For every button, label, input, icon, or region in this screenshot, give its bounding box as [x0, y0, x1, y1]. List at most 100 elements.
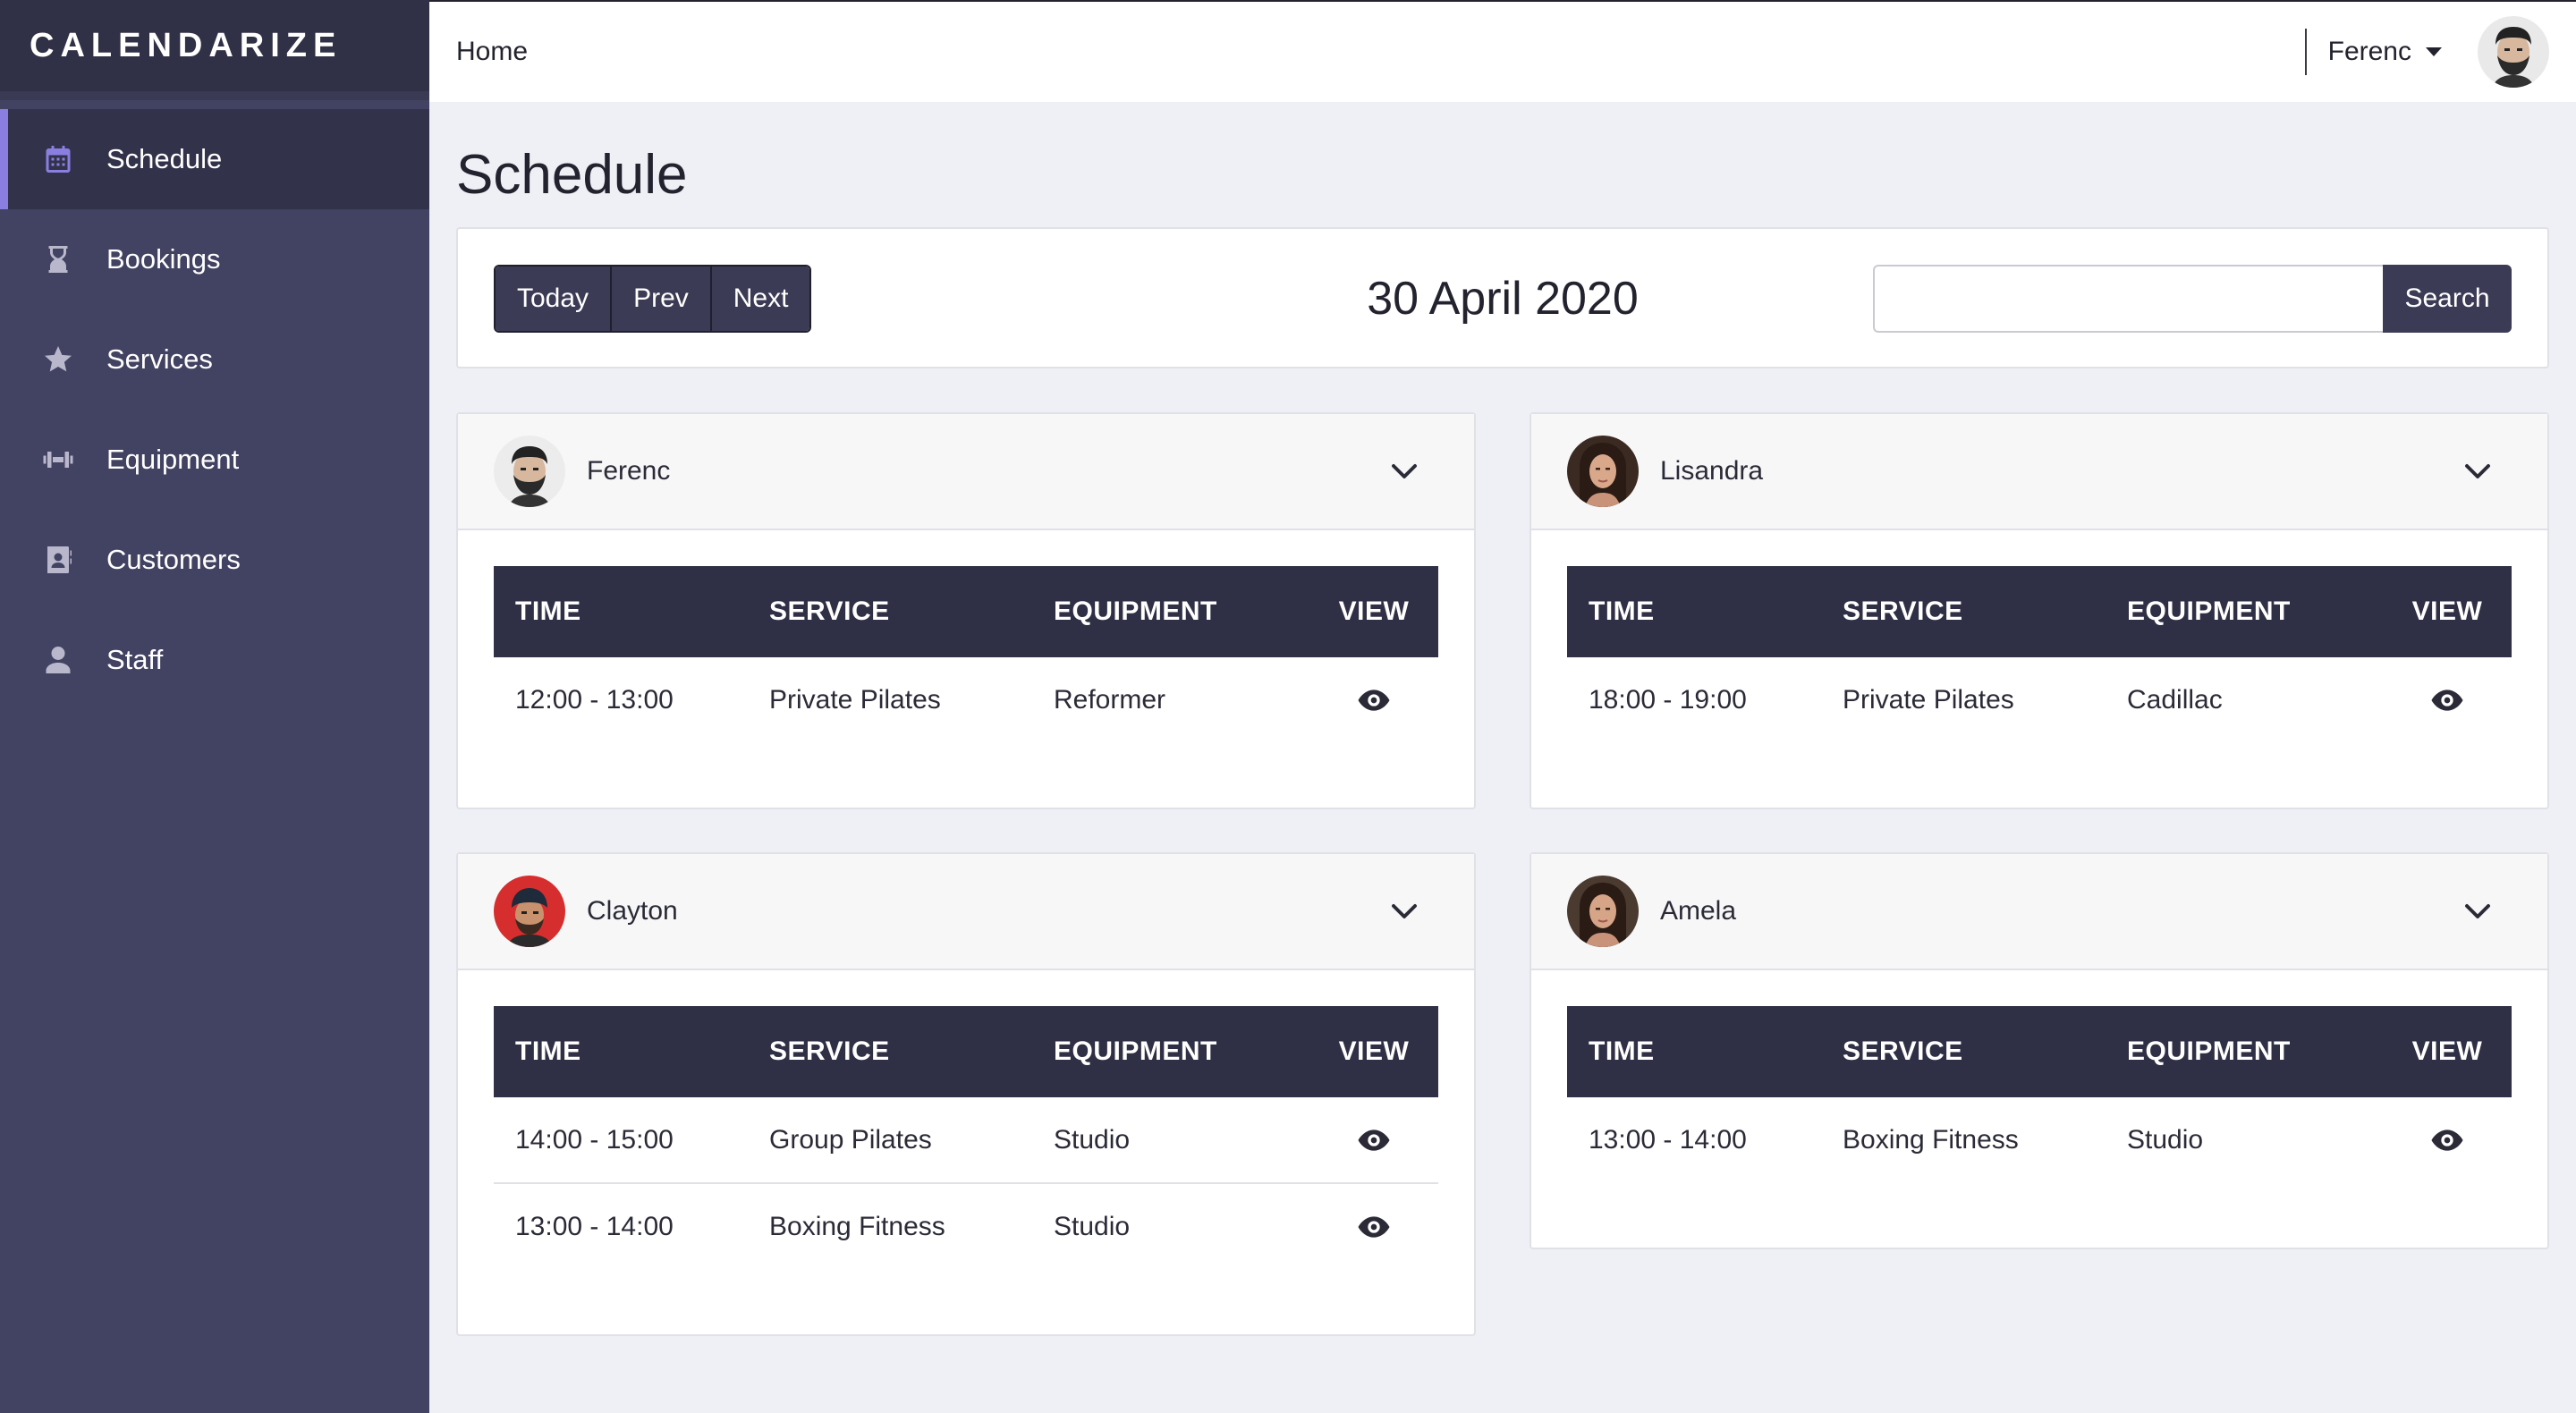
schedule-table: TIME SERVICE EQUIPMENT VIEW 13:00 - 14:0…: [1567, 1006, 2512, 1183]
sidebar-item-label: Equipment: [106, 444, 240, 475]
topbar-right: Ferenc: [2304, 2, 2576, 102]
column-header-equipment: EQUIPMENT: [1054, 597, 1217, 626]
staff-card-amela: Amela TIME SERVICE EQUIPMENT VIEW 13:00 …: [1530, 852, 2549, 1249]
staff-card-clayton: Clayton TIME SERVICE EQUIPMENT VIEW 14:0…: [456, 852, 1476, 1336]
sidebar-item-customers[interactable]: Customers: [0, 510, 429, 610]
eye-icon[interactable]: [1356, 1122, 1392, 1158]
sidebar-item-staff[interactable]: Staff: [0, 610, 429, 710]
sidebar-item-label: Schedule: [106, 143, 223, 174]
search-button[interactable]: Search: [2383, 265, 2512, 333]
card-body: TIME SERVICE EQUIPMENT VIEW 18:00 - 19:0…: [1531, 530, 2547, 743]
card-header[interactable]: Lisandra: [1531, 414, 2547, 530]
table-row: 14:00 - 15:00 Group Pilates Studio: [494, 1097, 1438, 1183]
cell-service: Boxing Fitness: [1843, 1125, 2019, 1155]
schedule-table: TIME SERVICE EQUIPMENT VIEW 12:00 - 13:0…: [494, 566, 1438, 743]
column-header-service: SERVICE: [769, 1036, 890, 1066]
cell-view: [2383, 1097, 2512, 1183]
search-input[interactable]: [1873, 265, 2383, 333]
breadcrumb[interactable]: Home: [456, 37, 528, 67]
avatar: [494, 876, 565, 947]
table-row: 12:00 - 13:00 Private Pilates Reformer: [494, 657, 1438, 743]
table-row: 18:00 - 19:00 Private Pilates Cadillac: [1567, 657, 2512, 743]
eye-icon[interactable]: [2429, 682, 2465, 718]
cell-service: Boxing Fitness: [748, 1182, 1032, 1269]
cell-time: 18:00 - 19:00: [1589, 685, 1747, 715]
card-body: TIME SERVICE EQUIPMENT VIEW 12:00 - 13:0…: [458, 530, 1474, 743]
column-header-view: VIEW: [2411, 1036, 2483, 1066]
column-header-view: VIEW: [2411, 597, 2483, 626]
column-header-time: TIME: [1589, 1036, 1655, 1066]
chevron-down-icon[interactable]: [2462, 455, 2494, 487]
user-icon: [40, 642, 76, 678]
avatar: [1567, 876, 1639, 947]
cell-time: 13:00 - 14:00: [1589, 1125, 1747, 1155]
sidebar-item-schedule[interactable]: Schedule: [0, 109, 429, 209]
sidebar-item-label: Customers: [106, 544, 241, 575]
sidebar-item-label: Bookings: [106, 243, 221, 275]
schedule-table: TIME SERVICE EQUIPMENT VIEW 14:00 - 15:0…: [494, 1006, 1438, 1269]
calendar-icon: [40, 141, 76, 177]
user-menu[interactable]: Ferenc: [2328, 37, 2442, 67]
schedule-toolbar: Today Prev Next 30 April 2020 Search: [456, 227, 2549, 368]
chevron-down-icon[interactable]: [1388, 455, 1420, 487]
column-header-view: VIEW: [1338, 1036, 1410, 1066]
table-header-row: TIME SERVICE EQUIPMENT VIEW: [494, 566, 1438, 657]
cell-service: Group Pilates: [769, 1124, 932, 1155]
chevron-down-icon[interactable]: [1388, 895, 1420, 927]
hourglass-icon: [40, 241, 76, 277]
staff-name: Clayton: [587, 896, 678, 926]
staff-name: Amela: [1660, 896, 1737, 926]
cell-equipment: Studio: [1054, 1124, 1131, 1155]
user-name: Ferenc: [2327, 37, 2411, 66]
sidebar-item-label: Staff: [106, 644, 164, 675]
table-row: 13:00 - 14:00 Boxing Fitness Studio: [494, 1182, 1438, 1269]
cell-view: [1309, 657, 1438, 743]
app-logo[interactable]: CALENDARIZE: [0, 0, 429, 100]
staff-card-lisandra: Lisandra TIME SERVICE EQUIPMENT VIEW 18:…: [1530, 412, 2549, 809]
sidebar-nav: Schedule Bookings Services Equipment Cus…: [0, 100, 429, 710]
page-title: Schedule: [456, 144, 688, 206]
eye-icon[interactable]: [2429, 1122, 2465, 1158]
card-header[interactable]: Ferenc: [458, 414, 1474, 530]
column-header-equipment: EQUIPMENT: [1054, 1036, 1217, 1066]
top-bar: Home Ferenc: [429, 0, 2576, 102]
eye-icon[interactable]: [1356, 1209, 1392, 1245]
schedule-table: TIME SERVICE EQUIPMENT VIEW 18:00 - 19:0…: [1567, 566, 2512, 743]
column-header-view: VIEW: [1338, 597, 1410, 626]
cell-equipment: Studio: [1032, 1182, 1309, 1269]
cell-equipment: Studio: [2127, 1125, 2204, 1155]
eye-icon[interactable]: [1356, 682, 1392, 718]
cell-time: 12:00 - 13:00: [515, 685, 674, 715]
table-header-row: TIME SERVICE EQUIPMENT VIEW: [1567, 566, 2512, 657]
column-header-service: SERVICE: [1843, 597, 1963, 626]
star-icon: [40, 342, 76, 377]
cell-service: Private Pilates: [1843, 685, 2014, 715]
column-header-service: SERVICE: [769, 597, 890, 626]
divider: [2304, 29, 2307, 75]
column-header-time: TIME: [515, 597, 581, 626]
avatar: [1567, 436, 1639, 507]
contact-book-icon: [40, 542, 76, 578]
card-body: TIME SERVICE EQUIPMENT VIEW 14:00 - 15:0…: [458, 970, 1474, 1269]
staff-card-ferenc: Ferenc TIME SERVICE EQUIPMENT VIEW 12:00…: [456, 412, 1476, 809]
sidebar-item-equipment[interactable]: Equipment: [0, 410, 429, 510]
column-header-equipment: EQUIPMENT: [2127, 597, 2291, 626]
dumbbell-icon: [40, 442, 76, 478]
column-header-equipment: EQUIPMENT: [2127, 1036, 2291, 1066]
avatar[interactable]: [2478, 16, 2549, 88]
avatar: [494, 436, 565, 507]
chevron-down-icon[interactable]: [2462, 895, 2494, 927]
cell-time: 14:00 - 15:00: [515, 1124, 674, 1155]
staff-name: Ferenc: [587, 456, 671, 486]
sidebar-item-bookings[interactable]: Bookings: [0, 209, 429, 309]
table-header-row: TIME SERVICE EQUIPMENT VIEW: [1567, 1006, 2512, 1097]
sidebar-item-services[interactable]: Services: [0, 309, 429, 410]
cell-view: [1309, 1182, 1438, 1269]
cell-view: [1309, 1097, 1438, 1183]
column-header-time: TIME: [1589, 597, 1655, 626]
cell-view: [2383, 657, 2512, 743]
card-header[interactable]: Amela: [1531, 854, 2547, 970]
sidebar-item-label: Services: [106, 343, 213, 375]
table-header-row: TIME SERVICE EQUIPMENT VIEW: [494, 1006, 1438, 1097]
card-header[interactable]: Clayton: [458, 854, 1474, 970]
